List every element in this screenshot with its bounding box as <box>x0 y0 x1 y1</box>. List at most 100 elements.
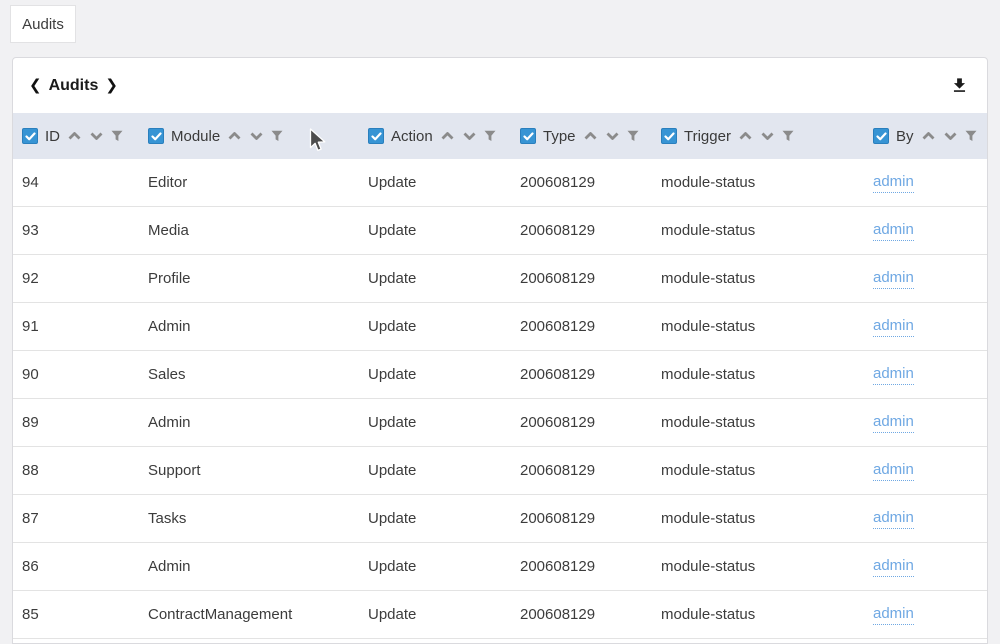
funnel-icon[interactable] <box>271 130 283 142</box>
cell-action: Update <box>368 558 520 575</box>
cell-by: admin <box>873 413 987 433</box>
column-header-by: By <box>873 128 987 145</box>
cell-by: admin <box>873 221 987 241</box>
cell-id: 93 <box>22 222 148 239</box>
chevron-down-icon[interactable] <box>605 131 620 141</box>
by-user-link[interactable]: admin <box>873 221 914 241</box>
by-user-link[interactable]: admin <box>873 509 914 529</box>
cell-id: 87 <box>22 510 148 527</box>
cell-id: 90 <box>22 366 148 383</box>
cell-by: admin <box>873 509 987 529</box>
funnel-icon[interactable] <box>627 130 639 142</box>
table-row[interactable]: 90 Sales Update 200608129 module-status … <box>13 351 987 399</box>
cell-module: Admin <box>148 318 368 335</box>
chevron-down-icon[interactable] <box>89 131 104 141</box>
chevron-up-icon[interactable] <box>67 131 82 141</box>
chevron-up-icon[interactable] <box>921 131 936 141</box>
cell-module: Tasks <box>148 510 368 527</box>
cell-trigger: module-status <box>661 414 873 431</box>
chevron-right-icon[interactable]: ❯ <box>105 78 118 93</box>
cell-action: Update <box>368 414 520 431</box>
funnel-icon[interactable] <box>782 130 794 142</box>
file-download-icon <box>950 76 969 95</box>
table-row[interactable]: 86 Admin Update 200608129 module-status … <box>13 543 987 591</box>
table-header-row: ID Module Action <box>13 113 987 159</box>
chevron-left-icon[interactable]: ❮ <box>29 78 42 93</box>
cell-by: admin <box>873 365 987 385</box>
by-user-link[interactable]: admin <box>873 173 914 193</box>
cell-by: admin <box>873 269 987 289</box>
cell-type: 200608129 <box>520 510 661 527</box>
cell-trigger: module-status <box>661 174 873 191</box>
cell-trigger: module-status <box>661 606 873 623</box>
chevron-up-icon[interactable] <box>227 131 242 141</box>
table-row[interactable]: 88 Support Update 200608129 module-statu… <box>13 447 987 495</box>
download-button[interactable] <box>946 73 972 99</box>
column-label[interactable]: Trigger <box>684 128 731 145</box>
tab-audits[interactable]: Audits <box>10 5 76 43</box>
table-row[interactable]: 89 Admin Update 200608129 module-status … <box>13 399 987 447</box>
table-row[interactable]: 94 Editor Update 200608129 module-status… <box>13 159 987 207</box>
column-header-id: ID <box>22 128 148 145</box>
table-row[interactable]: 91 Admin Update 200608129 module-status … <box>13 303 987 351</box>
by-user-link[interactable]: admin <box>873 557 914 577</box>
card-title-group: ❮ Audits ❯ <box>29 77 118 95</box>
column-label[interactable]: By <box>896 128 914 145</box>
table-row[interactable]: 87 Tasks Update 200608129 module-status … <box>13 495 987 543</box>
chevron-down-icon[interactable] <box>462 131 477 141</box>
cell-id: 88 <box>22 462 148 479</box>
funnel-icon[interactable] <box>111 130 123 142</box>
column-label[interactable]: ID <box>45 128 60 145</box>
column-checkbox[interactable] <box>22 128 38 144</box>
cell-action: Update <box>368 366 520 383</box>
table-row[interactable]: 92 Profile Update 200608129 module-statu… <box>13 255 987 303</box>
cell-type: 200608129 <box>520 270 661 287</box>
cell-type: 200608129 <box>520 318 661 335</box>
column-checkbox[interactable] <box>368 128 384 144</box>
column-label[interactable]: Action <box>391 128 433 145</box>
cell-trigger: module-status <box>661 366 873 383</box>
chevron-up-icon[interactable] <box>738 131 753 141</box>
chevron-down-icon[interactable] <box>760 131 775 141</box>
cell-action: Update <box>368 270 520 287</box>
cell-type: 200608129 <box>520 558 661 575</box>
cell-action: Update <box>368 174 520 191</box>
column-label[interactable]: Module <box>171 128 220 145</box>
cell-trigger: module-status <box>661 318 873 335</box>
tab-audits-label: Audits <box>22 16 64 33</box>
column-label[interactable]: Type <box>543 128 576 145</box>
cell-id: 91 <box>22 318 148 335</box>
column-header-type: Type <box>520 128 661 145</box>
chevron-up-icon[interactable] <box>583 131 598 141</box>
by-user-link[interactable]: admin <box>873 605 914 625</box>
column-checkbox[interactable] <box>873 128 889 144</box>
by-user-link[interactable]: admin <box>873 365 914 385</box>
card-header: ❮ Audits ❯ <box>13 58 987 113</box>
by-user-link[interactable]: admin <box>873 461 914 481</box>
cell-module: Profile <box>148 270 368 287</box>
cell-trigger: module-status <box>661 222 873 239</box>
cell-id: 85 <box>22 606 148 623</box>
chevron-down-icon[interactable] <box>249 131 264 141</box>
column-checkbox[interactable] <box>520 128 536 144</box>
table-row[interactable]: 93 Media Update 200608129 module-status … <box>13 207 987 255</box>
cell-action: Update <box>368 318 520 335</box>
funnel-icon[interactable] <box>965 130 977 142</box>
by-user-link[interactable]: admin <box>873 269 914 289</box>
cell-type: 200608129 <box>520 222 661 239</box>
cell-by: admin <box>873 557 987 577</box>
chevron-down-icon[interactable] <box>943 131 958 141</box>
table-row[interactable]: 85 ContractManagement Update 200608129 m… <box>13 591 987 639</box>
by-user-link[interactable]: admin <box>873 317 914 337</box>
cell-trigger: module-status <box>661 558 873 575</box>
funnel-icon[interactable] <box>484 130 496 142</box>
column-checkbox[interactable] <box>148 128 164 144</box>
cell-module: Editor <box>148 174 368 191</box>
chevron-up-icon[interactable] <box>440 131 455 141</box>
cell-by: admin <box>873 173 987 193</box>
page-title: Audits <box>49 77 99 95</box>
column-checkbox[interactable] <box>661 128 677 144</box>
by-user-link[interactable]: admin <box>873 413 914 433</box>
cell-type: 200608129 <box>520 462 661 479</box>
cell-id: 89 <box>22 414 148 431</box>
